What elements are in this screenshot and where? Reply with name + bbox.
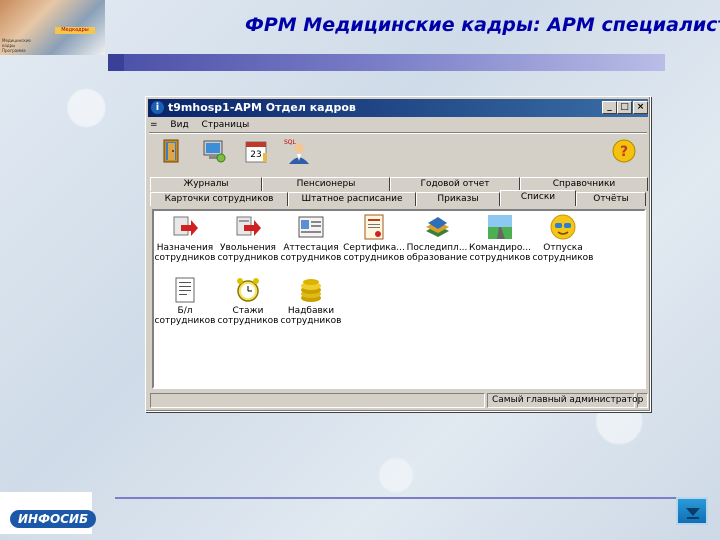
road-icon <box>486 213 514 241</box>
close-button[interactable]: × <box>633 101 648 114</box>
minimize-button[interactable]: _ <box>602 101 617 114</box>
books-icon <box>423 213 451 241</box>
menu-pages[interactable]: Страницы <box>202 120 250 130</box>
status-user: Самый главный администратор <box>487 393 643 408</box>
calendar-icon[interactable]: 23 <box>242 137 270 165</box>
window-title: t9mhosp1-АРМ Отдел кадров <box>168 101 356 114</box>
calendar-day: 23 <box>250 150 261 160</box>
dismiss-arrow-icon <box>234 213 262 241</box>
title-decor-bar <box>108 54 665 71</box>
list-item-postgrad[interactable]: Последипл... образование <box>406 213 468 263</box>
sql-user-icon[interactable]: SQL <box>284 137 312 165</box>
photo-caption: Медицинские кадры Программа <box>2 38 31 53</box>
app-window: i t9mhosp1-АРМ Отдел кадров _ □ × = Вид … <box>145 96 651 412</box>
alarm-clock-icon <box>234 276 262 304</box>
list-item-dismissals[interactable]: Увольнения сотрудников <box>217 213 279 263</box>
lists-panel: Назначения сотрудников Увольнения сотрудни… <box>152 209 646 389</box>
list-item-business-trips[interactable]: Командиро... сотрудников <box>469 213 531 263</box>
menu-bar: = Вид Страницы <box>150 118 259 132</box>
attestation-icon <box>297 213 325 241</box>
tab-lists[interactable]: Списки <box>500 190 576 206</box>
sun-glasses-icon <box>549 213 577 241</box>
menu-system[interactable]: = <box>150 120 158 130</box>
sick-list-icon <box>171 276 199 304</box>
menu-view[interactable]: Вид <box>170 120 188 130</box>
window-titlebar[interactable]: i t9mhosp1-АРМ Отдел кадров _ □ × <box>148 99 648 117</box>
list-item-certificates[interactable]: Сертифика... сотрудников <box>343 213 405 263</box>
list-item-seniority[interactable]: Стажи сотрудников <box>217 276 279 326</box>
certificate-icon <box>360 213 388 241</box>
tab-employee-cards[interactable]: Карточки сотрудников <box>150 192 288 206</box>
maximize-button[interactable]: □ <box>617 101 632 114</box>
status-bar: Самый главный администратор <box>150 393 648 409</box>
list-item-assignments[interactable]: Назначения сотрудников <box>154 213 216 263</box>
tab-pensioners[interactable]: Пенсионеры <box>262 177 390 191</box>
computer-icon[interactable] <box>200 137 228 165</box>
tab-directories[interactable]: Справочники <box>520 177 648 191</box>
tab-annual-report[interactable]: Годовой отчет <box>390 177 520 191</box>
toolbar-separator <box>149 132 647 134</box>
status-cell-right <box>637 393 648 408</box>
footer-divider <box>115 497 685 499</box>
status-cell-left <box>150 393 485 408</box>
assign-arrow-icon <box>171 213 199 241</box>
home-button[interactable] <box>676 497 708 525</box>
slide-title: ФРМ Медицинские кадры: АРМ специалиста <box>245 14 720 36</box>
app-info-icon: i <box>151 101 164 114</box>
list-item-attestation[interactable]: Аттестация сотрудников <box>280 213 342 263</box>
header-photo: Медкадры Медицинские кадры Программа <box>0 0 105 55</box>
exit-door-icon[interactable] <box>158 137 186 165</box>
infosib-logo-text: ИНФОСИБ <box>10 510 97 528</box>
tab-journals[interactable]: Журналы <box>150 177 262 191</box>
tab-orders[interactable]: Приказы <box>416 192 500 206</box>
title-decor-square <box>108 54 124 71</box>
help-icon[interactable]: ? <box>610 137 638 165</box>
sql-label: SQL <box>284 139 297 146</box>
tab-reports[interactable]: Отчёты <box>576 192 646 206</box>
tab-staff-schedule[interactable]: Штатное расписание <box>288 192 416 206</box>
svg-text:?: ? <box>620 144 628 160</box>
list-item-sick-leave[interactable]: Б/л сотрудников <box>154 276 216 326</box>
list-item-vacations[interactable]: Отпуска сотрудников <box>532 213 594 263</box>
photo-logo: Медкадры <box>55 27 95 34</box>
list-item-bonuses[interactable]: Надбавки сотрудников <box>280 276 342 326</box>
coins-icon <box>297 276 325 304</box>
